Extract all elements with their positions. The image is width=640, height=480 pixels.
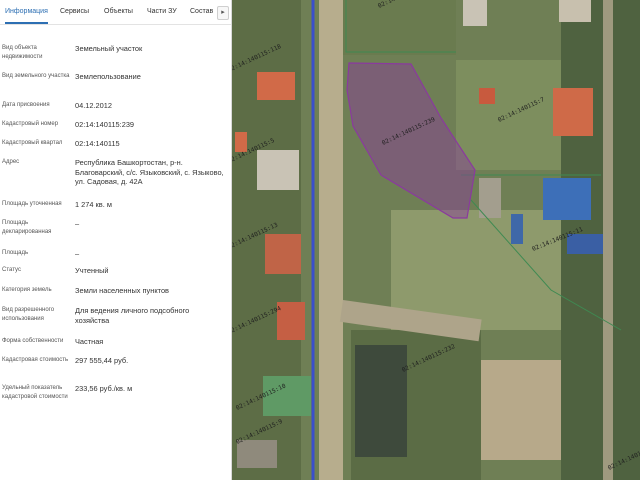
permitted-use-value: Для ведения личного подсобного хозяйства — [75, 306, 190, 325]
tab-parcel-parts[interactable]: Части ЗУ — [147, 0, 177, 24]
satellite-map[interactable]: 02:14:140115:239 02:14:140115:3 02:14:14… — [231, 0, 640, 480]
building-blue-small — [511, 214, 523, 244]
map-view[interactable]: 02:14:140115:239 02:14:140115:3 02:14:14… — [231, 0, 640, 480]
area-specified-label: Площадь уточненная — [2, 201, 62, 207]
info-panel: Информация Сервисы Объекты Части ЗУ Сост… — [0, 0, 232, 480]
building-brick-roof — [265, 234, 301, 274]
chevron-right-icon[interactable]: ▸ — [217, 6, 229, 20]
area-value: – — [75, 249, 80, 258]
land-category-value: Земли населенных пунктов — [75, 286, 169, 295]
status-label: Статус — [2, 267, 21, 273]
ownership-label: Форма собственности — [2, 338, 64, 344]
object-type-value: Земельный участок — [75, 44, 143, 53]
cadastral-value-value: 297 555,44 руб. — [75, 356, 129, 365]
assigned-date-label: Дата присвоения — [2, 102, 50, 108]
address-value: Республика Башкортостан, р-н. Благоварск… — [75, 158, 224, 186]
tab-information[interactable]: Информация — [5, 0, 48, 24]
land-type-value: Землепользование — [75, 72, 141, 81]
tab-services[interactable]: Сервисы — [60, 0, 89, 24]
land-category-label: Категория земель — [2, 287, 52, 293]
cadastral-value-label: Кадастровая стоимость — [2, 357, 69, 363]
main-dirt-road — [319, 0, 343, 480]
north-field — [336, 0, 456, 55]
permitted-use-label: Вид разрешенного использования — [2, 307, 55, 322]
east-road — [603, 0, 613, 480]
building-dark-south — [355, 345, 407, 457]
object-type-label: Вид объекта недвижимости — [2, 45, 43, 60]
address-label: Адрес — [2, 159, 20, 165]
status-value: Учтенный — [75, 266, 109, 275]
area-declared-label: Площадь декларированная — [2, 220, 52, 235]
cadastral-number-label: Кадастровый номер — [2, 121, 59, 127]
cadastral-block-label: Кадастровый квартал — [2, 140, 63, 146]
cadastral-number-value: 02:14:140115:239 — [75, 120, 135, 129]
area-declared-value: – — [75, 219, 80, 228]
area-specified-value: 1 274 кв. м — [75, 200, 112, 209]
area-label: Площадь — [2, 250, 29, 256]
building-shed — [237, 440, 277, 468]
building-red-east — [553, 88, 593, 136]
building-north — [463, 0, 487, 26]
assigned-date-value: 04.12.2012 — [75, 101, 112, 110]
building-small-red — [479, 88, 495, 104]
tab-bar: Информация Сервисы Объекты Части ЗУ Сост… — [0, 0, 231, 25]
tab-composition[interactable]: Состав — [190, 0, 213, 24]
building-north-east — [559, 0, 591, 22]
building-red-roof — [257, 72, 295, 100]
building-grey-roof — [257, 150, 299, 190]
land-type-label: Вид земельного участка — [2, 73, 70, 79]
ownership-value: Частная — [75, 337, 104, 346]
cadastral-block-value: 02:14:140115 — [75, 139, 120, 148]
specific-value-value: 233,56 руб./кв. м — [75, 384, 133, 393]
building-blue-roof — [543, 178, 591, 220]
building-red-roof-2 — [277, 302, 305, 340]
tab-objects[interactable]: Объекты — [104, 0, 133, 24]
specific-value-label: Удельный показатель кадастровой стоимост… — [2, 385, 68, 400]
